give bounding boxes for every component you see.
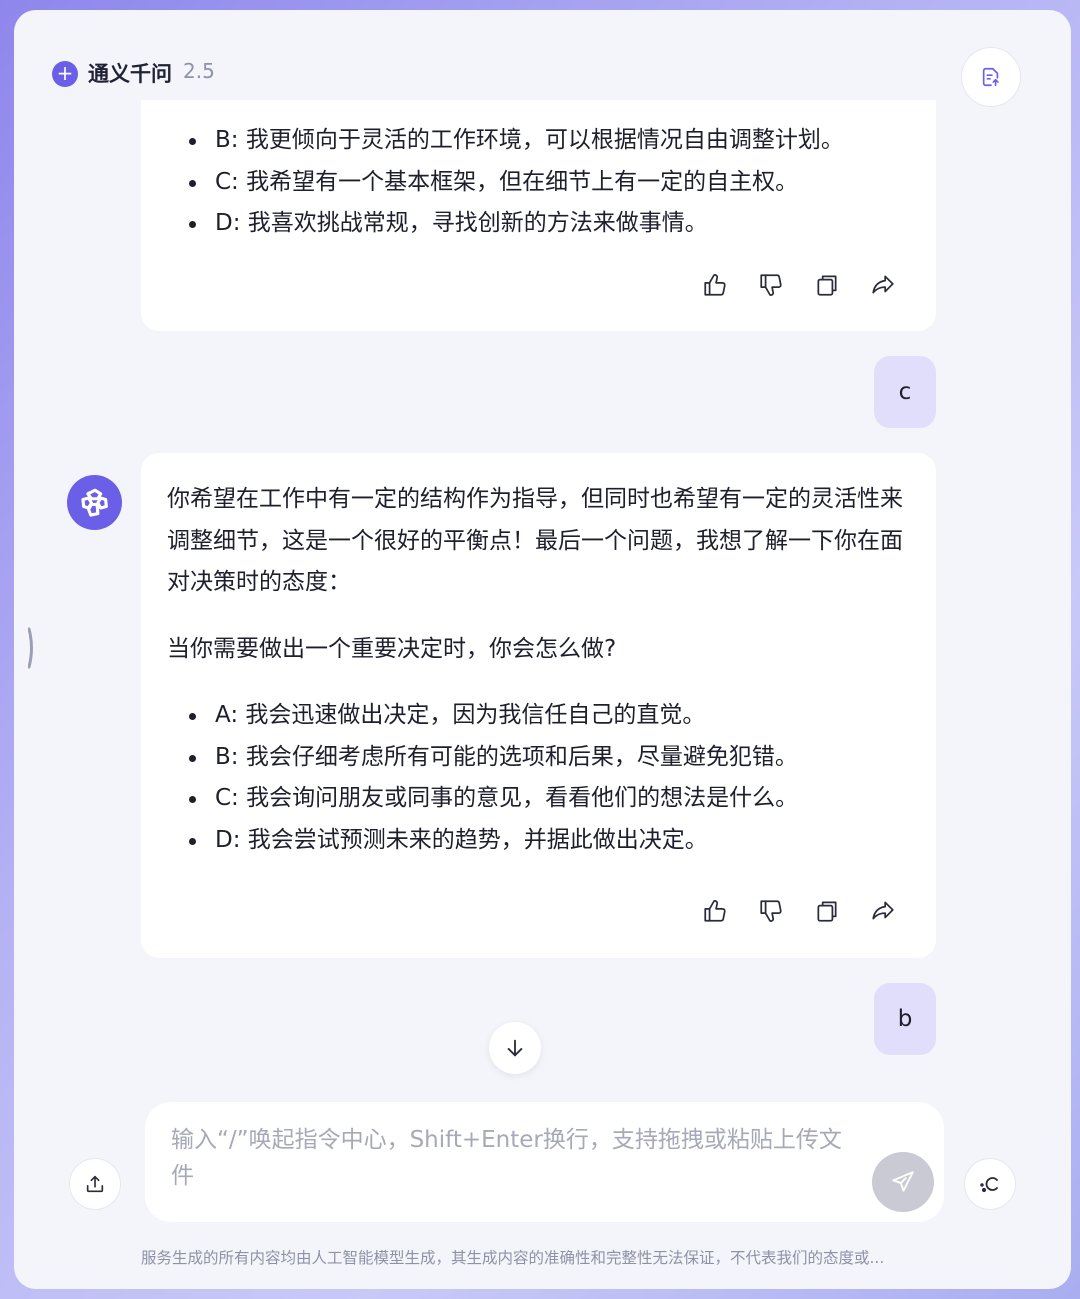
thumbs-up-icon xyxy=(704,274,726,296)
qwen-logo-icon xyxy=(80,488,108,517)
list-item: B: 我会仔细考虑所有可能的选项和后果，尽量避免犯错。 xyxy=(183,737,798,779)
copy-button[interactable] xyxy=(812,896,842,926)
composer xyxy=(145,1102,944,1222)
like-button[interactable] xyxy=(700,270,730,300)
plus-icon[interactable]: + xyxy=(52,61,78,87)
share-icon xyxy=(872,901,894,920)
user-message: c xyxy=(874,356,936,428)
message-actions xyxy=(700,270,898,300)
sparkle-c-icon xyxy=(980,1177,998,1193)
thumbs-up-icon xyxy=(704,900,726,922)
copy-button[interactable] xyxy=(812,270,842,300)
assistant-message: 你希望在工作中有一定的结构作为指导，但同时也希望有一定的灵活性来调整细节，这是一… xyxy=(141,453,936,958)
sidebar-toggle-handle[interactable] xyxy=(28,627,34,669)
user-message-text: b xyxy=(897,1006,913,1032)
message-paragraph: 你希望在工作中有一定的结构作为指导，但同时也希望有一定的灵活性来调整细节，这是一… xyxy=(167,486,903,595)
option-list: A: 我会迅速做出决定，因为我信任自己的直觉。 B: 我会仔细考虑所有可能的选项… xyxy=(183,695,798,861)
dislike-button[interactable] xyxy=(756,896,786,926)
share-button[interactable] xyxy=(868,270,898,300)
export-button[interactable] xyxy=(961,47,1021,107)
scroll-to-bottom-button[interactable] xyxy=(489,1022,541,1074)
disclaimer-text: 服务生成的所有内容均由人工智能模型生成，其生成内容的准确性和完整性无法保证，不代… xyxy=(141,1249,885,1267)
thumbs-down-icon xyxy=(760,274,782,296)
tools-button[interactable] xyxy=(964,1158,1016,1210)
app-window: + 通义千问 2.5 B: 我更倾向于灵活的工作环境，可以根据情况自由调整计划。… xyxy=(14,10,1071,1289)
list-item: D: 我会尝试预测未来的趋势，并据此做出决定。 xyxy=(183,820,798,862)
app-version: 2.5 xyxy=(183,59,215,83)
message-input[interactable] xyxy=(171,1122,851,1202)
send-icon xyxy=(892,1171,914,1192)
message-question: 当你需要做出一个重要决定时，你会怎么做? xyxy=(167,636,617,662)
list-item: B: 我更倾向于灵活的工作环境，可以根据情况自由调整计划。 xyxy=(183,120,844,162)
user-message-text: c xyxy=(898,379,912,405)
app-title: 通义千问 xyxy=(88,62,172,86)
user-message: b xyxy=(874,983,936,1055)
upload-icon xyxy=(86,1175,104,1193)
upload-button[interactable] xyxy=(69,1158,121,1210)
assistant-avatar xyxy=(67,475,122,530)
copy-icon xyxy=(817,901,837,922)
like-button[interactable] xyxy=(700,896,730,926)
thumbs-down-icon xyxy=(760,900,782,922)
message-actions xyxy=(700,896,898,926)
assistant-message: B: 我更倾向于灵活的工作环境，可以根据情况自由调整计划。 C: 我希望有一个基… xyxy=(141,100,936,331)
list-item: A: 我会迅速做出决定，因为我信任自己的直觉。 xyxy=(183,695,798,737)
dislike-button[interactable] xyxy=(756,270,786,300)
list-item: D: 我喜欢挑战常规，寻找创新的方法来做事情。 xyxy=(183,203,844,245)
arrow-down-icon xyxy=(507,1039,523,1057)
copy-icon xyxy=(817,275,837,296)
list-item: C: 我希望有一个基本框架，但在细节上有一定的自主权。 xyxy=(183,162,844,204)
send-button[interactable] xyxy=(872,1152,934,1212)
share-icon xyxy=(872,275,894,294)
share-button[interactable] xyxy=(868,896,898,926)
list-item: C: 我会询问朋友或同事的意见，看看他们的想法是什么。 xyxy=(183,778,798,820)
document-export-icon xyxy=(982,67,999,87)
option-list: B: 我更倾向于灵活的工作环境，可以根据情况自由调整计划。 C: 我希望有一个基… xyxy=(183,120,844,245)
